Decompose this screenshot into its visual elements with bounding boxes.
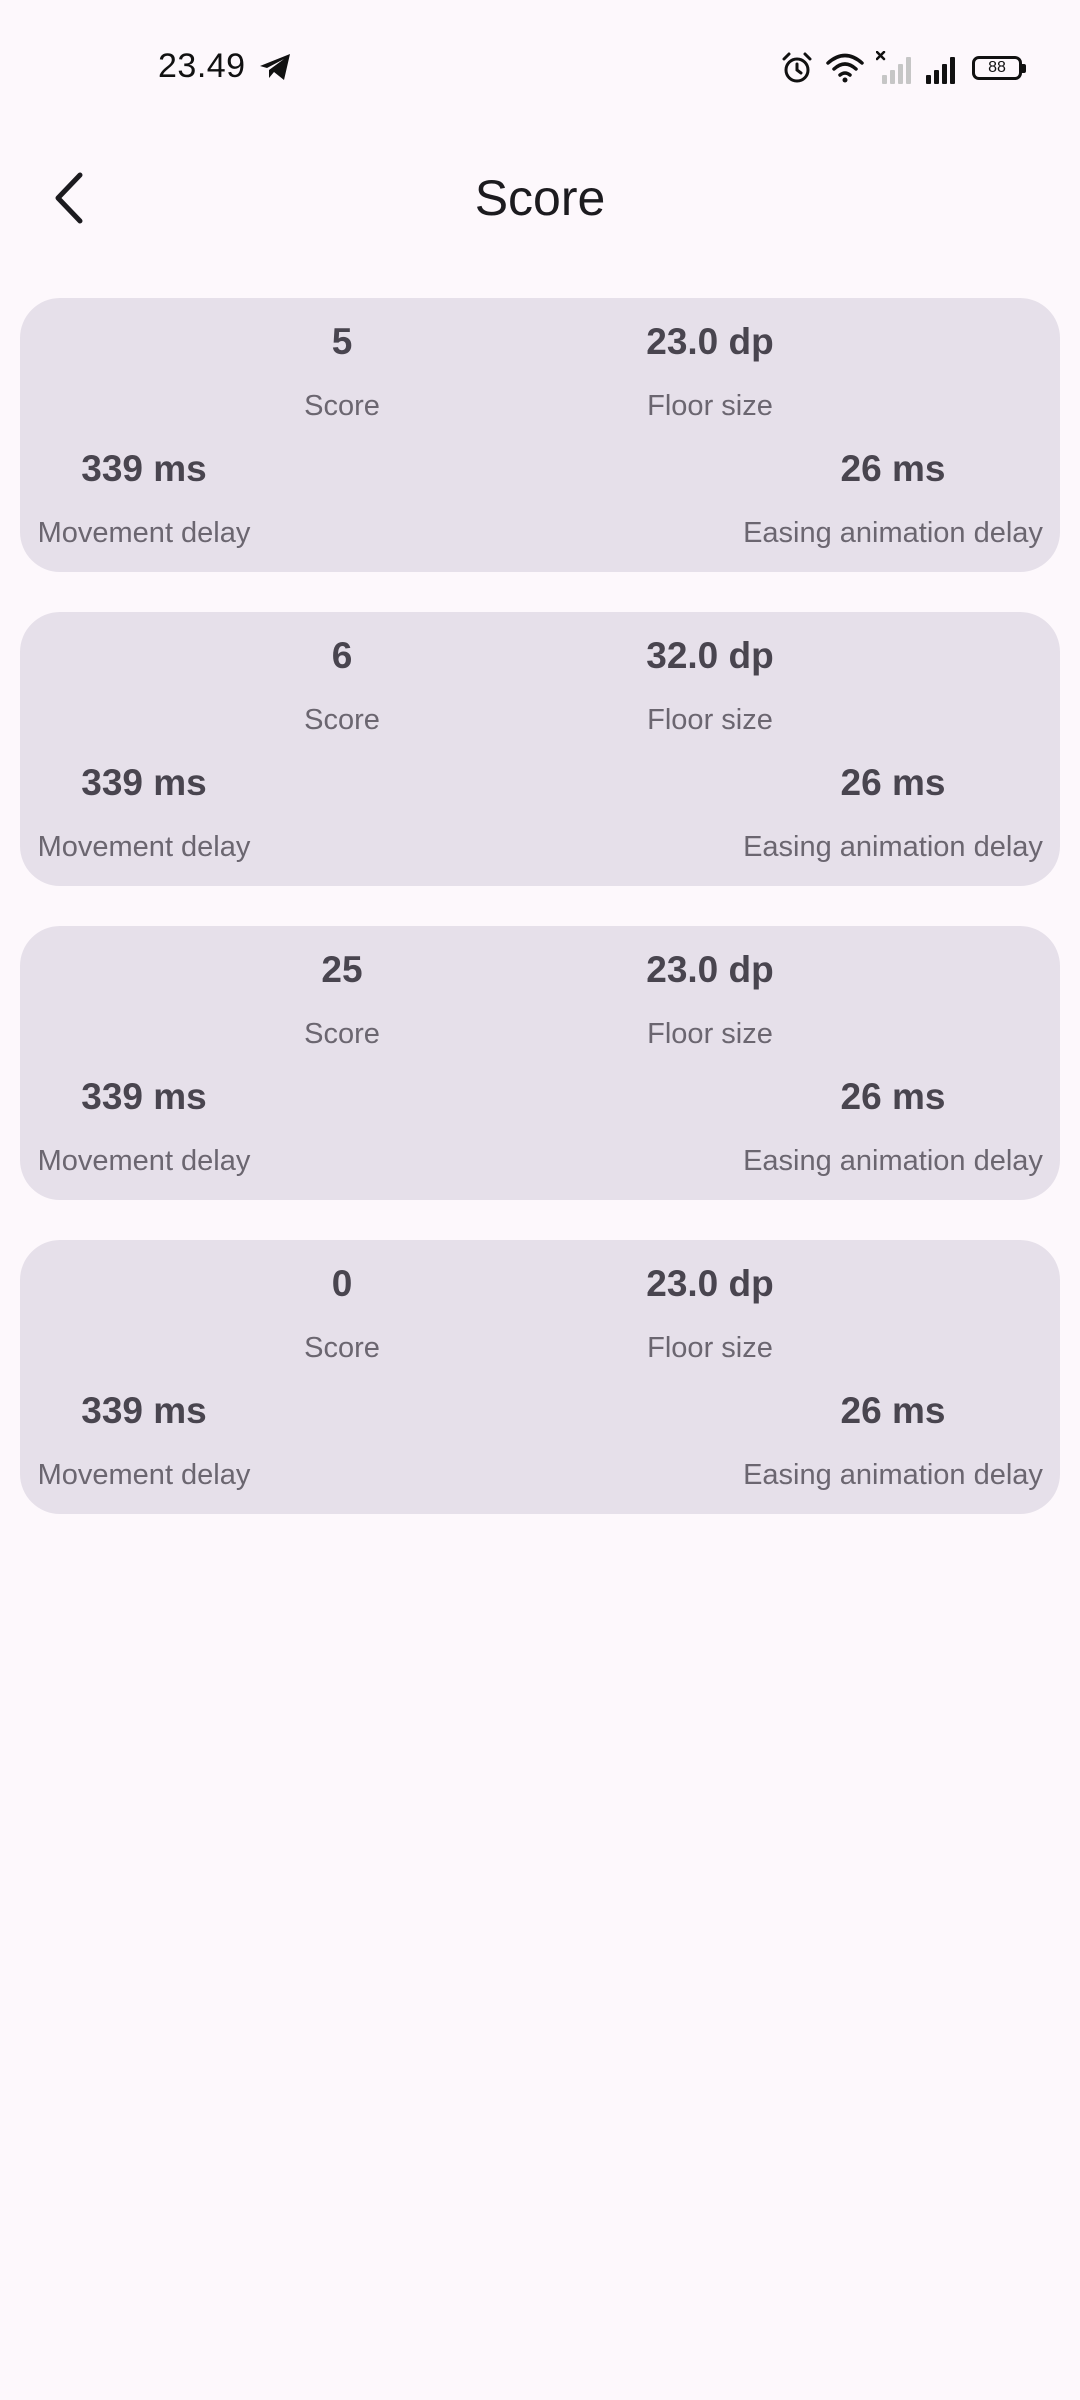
score-card: 6 Score 32.0 dp Floor size 339 ms Moveme… [20, 612, 1060, 886]
top-app-bar: Score [0, 136, 1080, 260]
screen: 23.49 88 Score 5 Score 23.0 dp Floor siz… [0, 0, 1080, 2400]
battery-icon: 88 [972, 56, 1026, 80]
no-signal-icon [876, 51, 911, 84]
floor-size-label: Floor size [647, 1018, 773, 1050]
wifi-icon [826, 53, 864, 83]
floor-size-label: Floor size [647, 390, 773, 422]
score-label: Score [304, 1018, 380, 1050]
floor-size-value: 23.0 dp [646, 321, 774, 362]
easing-delay-label: Easing animation delay [743, 1459, 1043, 1491]
easing-delay-value: 26 ms [840, 1390, 946, 1431]
status-bar: 23.49 88 [0, 0, 1080, 136]
telegram-icon [260, 54, 290, 80]
easing-delay-label: Easing animation delay [743, 1145, 1043, 1177]
score-card: 25 Score 23.0 dp Floor size 339 ms Movem… [20, 926, 1060, 1200]
score-list: 5 Score 23.0 dp Floor size 339 ms Moveme… [20, 298, 1060, 1554]
floor-size-value: 23.0 dp [646, 1263, 774, 1304]
movement-delay-label: Movement delay [37, 1145, 251, 1177]
score-label: Score [304, 390, 380, 422]
movement-delay-value: 339 ms [81, 448, 207, 489]
easing-delay-value: 26 ms [840, 1076, 946, 1117]
alarm-icon [782, 52, 812, 83]
score-value: 25 [321, 949, 363, 990]
score-value: 6 [331, 635, 353, 676]
score-value: 5 [331, 321, 353, 362]
page-title: Score [474, 170, 606, 226]
movement-delay-label: Movement delay [37, 831, 251, 863]
easing-delay-value: 26 ms [840, 448, 946, 489]
score-label: Score [304, 1332, 380, 1364]
score-card: 0 Score 23.0 dp Floor size 339 ms Moveme… [20, 1240, 1060, 1514]
status-time: 23.49 [158, 47, 246, 85]
score-card: 5 Score 23.0 dp Floor size 339 ms Moveme… [20, 298, 1060, 572]
easing-delay-label: Easing animation delay [743, 517, 1043, 549]
status-icons: 88 [780, 48, 1026, 88]
easing-delay-value: 26 ms [840, 762, 946, 803]
movement-delay-label: Movement delay [37, 1459, 251, 1491]
movement-delay-value: 339 ms [81, 1390, 207, 1431]
floor-size-label: Floor size [647, 1332, 773, 1364]
battery-level: 88 [988, 59, 1006, 76]
floor-size-value: 32.0 dp [646, 635, 774, 676]
score-value: 0 [331, 1263, 353, 1304]
movement-delay-label: Movement delay [37, 517, 251, 549]
movement-delay-value: 339 ms [81, 1076, 207, 1117]
floor-size-label: Floor size [647, 704, 773, 736]
floor-size-value: 23.0 dp [646, 949, 774, 990]
easing-delay-label: Easing animation delay [743, 831, 1043, 863]
score-label: Score [304, 704, 380, 736]
movement-delay-value: 339 ms [81, 762, 207, 803]
signal-icon [926, 57, 955, 84]
